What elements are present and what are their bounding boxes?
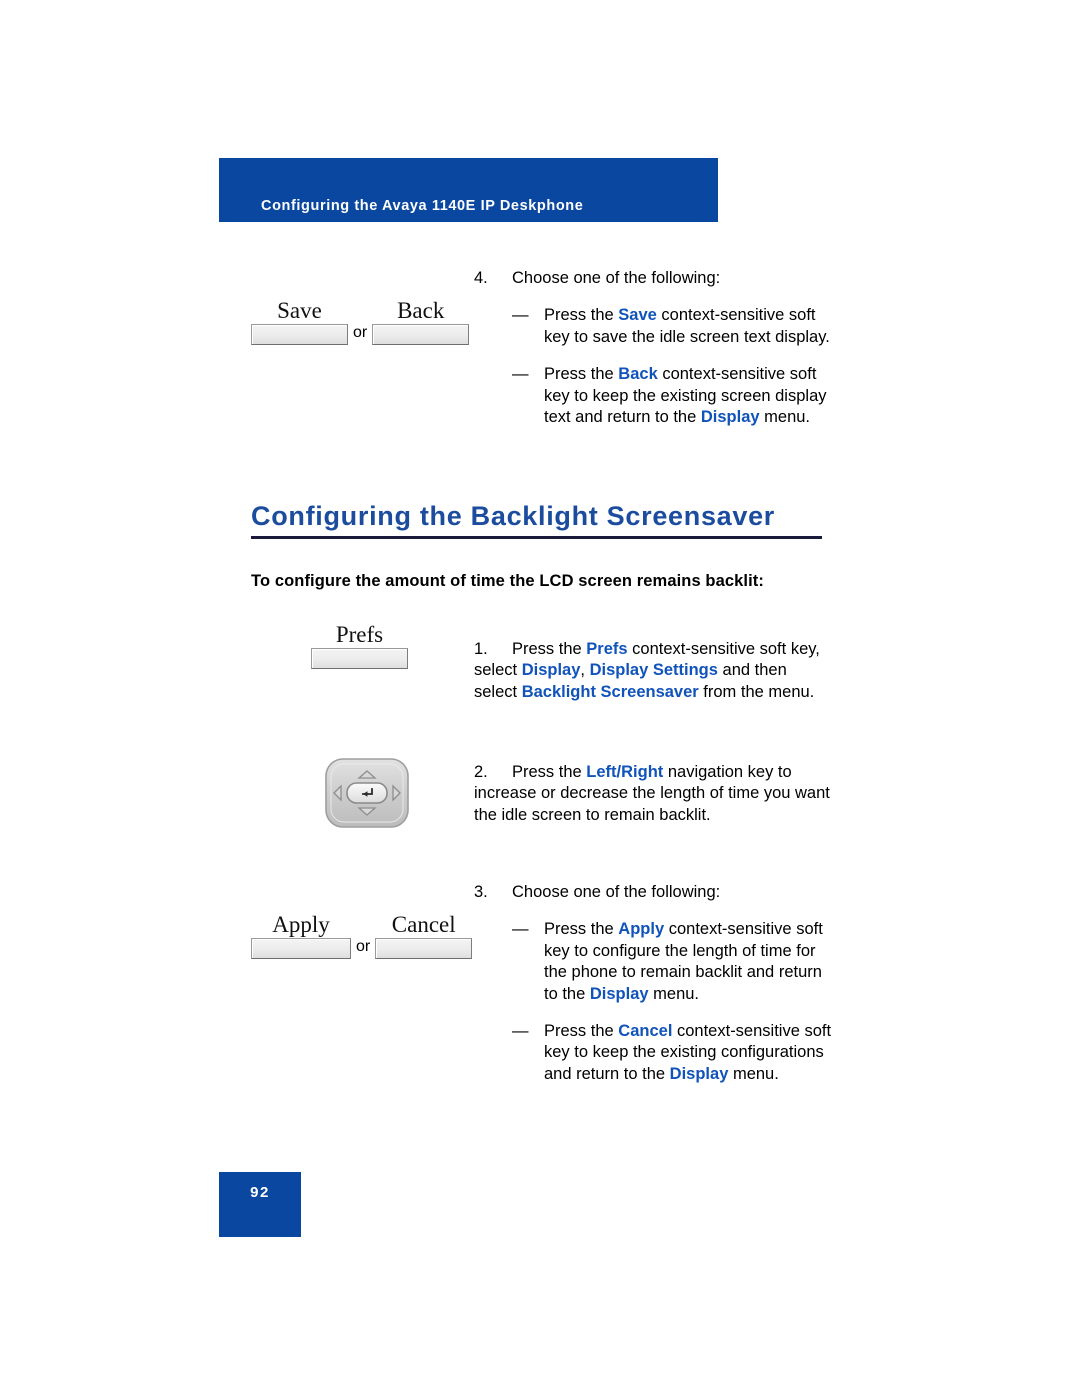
step-2: 2. Press the Left/Right navigation key t… [474, 762, 834, 826]
step-1: 1. Press the Prefs context-sensitive sof… [474, 639, 834, 703]
step-4-bullet-2-text: Press the Back context-sensitive soft ke… [544, 364, 834, 428]
softkey-back-button[interactable] [372, 324, 470, 345]
softkey-prefs-label: Prefs [335, 622, 384, 647]
step-2-text-body: Press the Left/Right navigation key to i… [474, 763, 830, 824]
step-3-lead-text: Choose one of the following: [512, 883, 721, 901]
bullet-dash-icon: — [512, 1022, 529, 1041]
keyword-term: Display [669, 1064, 729, 1083]
softkey-apply-label: Apply [272, 912, 330, 937]
keyword-term: Display Settings [589, 661, 718, 680]
step-1-number: 1. [474, 640, 488, 658]
step-4-lead-text: Choose one of the following: [512, 269, 721, 287]
body-text-run: Press the [512, 763, 587, 781]
step-3-bullet-2-text: Press the Cancel context-sensitive soft … [544, 1021, 834, 1085]
step-4-bullet-1-text: Press the Save context-sensitive soft ke… [544, 305, 834, 348]
body-text-run: from the menu. [698, 682, 815, 701]
body-text-run: menu. [759, 408, 811, 427]
step-2-text: 2. Press the Left/Right navigation key t… [474, 762, 834, 826]
step-4-text: 4. Choose one of the following: — Press … [474, 268, 834, 428]
softkey-cancel-label: Cancel [391, 912, 456, 937]
section-heading-rule [251, 536, 822, 539]
body-text-run: Press the [544, 365, 619, 384]
keyword-term: Left/Right [586, 763, 664, 781]
step-3-text: 3. Choose one of the following: — Press … [474, 882, 834, 1085]
bullet-dash-icon: — [512, 306, 529, 325]
step-2-number: 2. [474, 763, 488, 781]
navigation-key-svg [325, 758, 409, 828]
softkey-save-button[interactable] [251, 324, 348, 345]
navigation-key-icon[interactable] [322, 755, 412, 831]
body-text-run: menu. [648, 984, 700, 1003]
softkey-apply[interactable]: Apply [251, 912, 351, 959]
softkey-cancel[interactable]: Cancel [375, 912, 473, 959]
step-2-navkey-art [219, 755, 474, 831]
softkey-back-label: Back [397, 298, 445, 323]
body-text-run: Press the [544, 306, 619, 325]
body-text-run: Press the [512, 640, 587, 658]
page-header-title: Configuring the Avaya 1140E IP Deskphone [261, 198, 584, 214]
step-3-softkey-art: Apply or Cancel [219, 912, 474, 959]
page-number-box: 92 [219, 1172, 301, 1237]
softkey-back[interactable]: Back [372, 298, 470, 345]
section-heading: Configuring the Backlight Screensaver [251, 500, 831, 539]
softkey-or-separator: or [356, 938, 371, 955]
step-4-bullet-2: — Press the Back context-sensitive soft … [512, 364, 834, 428]
section-intro-text: To configure the amount of time the LCD … [251, 572, 764, 590]
step-4-lead: 4. Choose one of the following: [474, 268, 834, 289]
step-3-lead: 3. Choose one of the following: [474, 882, 834, 903]
bullet-dash-icon: — [512, 365, 529, 384]
step-1-text-body: Press the Prefs context-sensitive soft k… [474, 640, 820, 701]
body-text-run: Press the [544, 920, 619, 939]
body-text-run: Press the [544, 1022, 619, 1041]
keyword-term: Cancel [618, 1022, 673, 1041]
softkey-cancel-button[interactable] [375, 938, 473, 959]
softkey-prefs-button[interactable] [311, 648, 408, 669]
keyword-term: Back [618, 365, 658, 384]
keyword-term: Prefs [586, 640, 628, 658]
keyword-term: Backlight Screensaver [521, 682, 699, 701]
step-3-bullet-1-text: Press the Apply context-sensitive soft k… [544, 919, 834, 1005]
softkey-prefs[interactable]: Prefs [311, 622, 408, 669]
softkey-save[interactable]: Save [251, 298, 348, 345]
keyword-term: Apply [618, 920, 665, 939]
softkey-save-label: Save [277, 298, 322, 323]
step-3-number: 3. [474, 883, 488, 901]
step-1-softkey-art: Prefs [219, 622, 474, 669]
keyword-term: Display [589, 984, 649, 1003]
step-4-bullet-1: — Press the Save context-sensitive soft … [512, 305, 834, 348]
step-4-number: 4. [474, 269, 488, 287]
step-3-bullet-1: — Press the Apply context-sensitive soft… [512, 919, 834, 1005]
softkey-or-separator: or [353, 324, 368, 341]
body-text-run: , [580, 661, 590, 680]
page-header-bar: Configuring the Avaya 1140E IP Deskphone [219, 158, 718, 222]
step-3-bullet-2: — Press the Cancel context-sensitive sof… [512, 1021, 834, 1085]
keyword-term: Save [618, 306, 657, 325]
bullet-dash-icon: — [512, 920, 529, 939]
softkey-apply-button[interactable] [251, 938, 351, 959]
page-number-text: 92 [250, 1184, 270, 1201]
body-text-run: menu. [728, 1064, 779, 1083]
step-4-softkey-art: Save or Back [219, 298, 474, 345]
keyword-term: Display [700, 408, 760, 427]
keyword-term: Display [521, 661, 581, 680]
section-heading-text: Configuring the Backlight Screensaver [251, 501, 776, 531]
step-1-text: 1. Press the Prefs context-sensitive sof… [474, 639, 834, 703]
